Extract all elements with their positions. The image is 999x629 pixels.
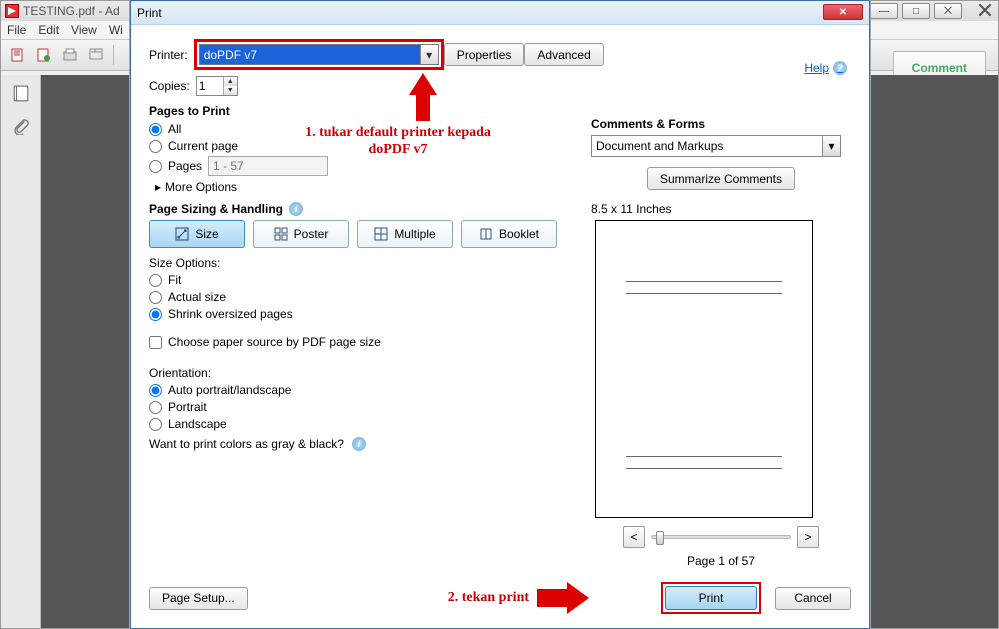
radio-auto-orient[interactable]: Auto portrait/landscape (149, 383, 569, 397)
parent-window-controls: — □ ⨉ (870, 3, 992, 19)
spin-down-icon[interactable]: ▼ (224, 86, 237, 95)
side-strip (1, 75, 41, 628)
comments-forms-dropdown[interactable]: Document and Markups ▾ (591, 135, 841, 157)
close-button[interactable]: ⨉ (934, 3, 962, 19)
tab-size[interactable]: Size (149, 220, 245, 248)
print-highlight-box: Print (661, 582, 761, 614)
copies-spinner[interactable]: 1 ▲▼ (196, 76, 238, 96)
sizing-title: Page Sizing & Handling i (149, 202, 569, 216)
annotation-text-1: 1. tukar default printer kepada doPDF v7 (303, 125, 493, 159)
radio-portrait[interactable]: Portrait (149, 400, 569, 414)
advanced-button[interactable]: Advanced (524, 43, 603, 66)
radio-fit[interactable]: Fit (149, 273, 569, 287)
menu-view[interactable]: View (71, 23, 97, 37)
print-dialog: Print ✕ Help ? Printer: doPDF v7 ▾ Prope… (130, 0, 870, 629)
toolbar-icon-2[interactable] (33, 44, 55, 66)
info-icon[interactable]: i (352, 437, 366, 451)
slider-thumb[interactable] (656, 531, 664, 545)
page-indicator: Page 1 of 57 (591, 554, 851, 568)
preview-dimensions: 8.5 x 11 Inches (591, 202, 851, 216)
chevron-right-icon: ▸ (155, 180, 161, 194)
printer-value: doPDF v7 (204, 48, 257, 62)
thumbnails-icon[interactable] (12, 85, 30, 103)
page-slider[interactable] (651, 535, 791, 539)
size-icon (175, 227, 189, 241)
minimize-button[interactable]: — (870, 3, 898, 19)
spin-up-icon[interactable]: ▲ (224, 77, 237, 86)
dropdown-arrow-icon[interactable]: ▾ (420, 45, 438, 64)
menu-file[interactable]: File (7, 23, 26, 37)
toolbar-icon-4[interactable] (85, 44, 107, 66)
radio-pages[interactable]: Pages (149, 156, 569, 176)
toolbar-icon-1[interactable] (7, 44, 29, 66)
summarize-comments-button[interactable]: Summarize Comments (647, 167, 795, 190)
maximize-button[interactable]: □ (902, 3, 930, 19)
dropdown-arrow-icon[interactable]: ▾ (822, 136, 840, 156)
dialog-close-button[interactable]: ✕ (823, 4, 863, 20)
menu-edit[interactable]: Edit (38, 23, 59, 37)
page-setup-button[interactable]: Page Setup... (149, 587, 248, 610)
multiple-icon (374, 227, 388, 241)
properties-button[interactable]: Properties (444, 43, 525, 66)
more-options-toggle[interactable]: ▸ More Options (155, 180, 569, 194)
orientation-label: Orientation: (149, 366, 569, 380)
comments-forms-title: Comments & Forms (591, 117, 851, 131)
copies-value: 1 (199, 79, 206, 93)
panel-close-icon[interactable] (978, 3, 992, 17)
print-button[interactable]: Print (665, 586, 757, 610)
dialog-title: Print (137, 6, 162, 20)
tab-booklet[interactable]: Booklet (461, 220, 557, 248)
radio-actual[interactable]: Actual size (149, 290, 569, 304)
toolbar-icon-3[interactable] (59, 44, 81, 66)
attachment-icon[interactable] (12, 117, 30, 135)
pdf-icon (5, 4, 19, 18)
help-icon: ? (833, 61, 847, 75)
pages-input[interactable] (208, 156, 328, 176)
radio-landscape[interactable]: Landscape (149, 417, 569, 431)
copies-label: Copies: (149, 79, 190, 93)
poster-icon (274, 227, 288, 241)
printer-label: Printer: (149, 48, 188, 62)
gray-question: Want to print colors as gray & black? (149, 437, 344, 451)
cancel-button[interactable]: Cancel (775, 587, 851, 610)
toolbar-separator (113, 45, 114, 65)
check-paper-source[interactable]: Choose paper source by PDF page size (149, 335, 569, 349)
radio-shrink[interactable]: Shrink oversized pages (149, 307, 569, 321)
size-options-label: Size Options: (149, 256, 569, 270)
prev-page-button[interactable]: < (623, 526, 645, 548)
annotation-arrow-2 (537, 582, 589, 614)
annotation-arrow-1 (409, 73, 437, 121)
comments-forms-value: Document and Markups (596, 139, 723, 153)
printer-highlight-box: doPDF v7 ▾ (194, 39, 444, 70)
tab-multiple[interactable]: Multiple (357, 220, 453, 248)
print-preview (595, 220, 813, 518)
next-page-button[interactable]: > (797, 526, 819, 548)
printer-dropdown[interactable]: doPDF v7 ▾ (199, 44, 439, 65)
pages-to-print-title: Pages to Print (149, 104, 569, 118)
help-link[interactable]: Help ? (804, 61, 847, 75)
tab-poster[interactable]: Poster (253, 220, 349, 248)
info-icon[interactable]: i (289, 202, 303, 216)
menu-window[interactable]: Wi (109, 23, 123, 37)
annotation-text-2: 2. tekan print (448, 590, 529, 606)
dialog-titlebar: Print (131, 1, 869, 25)
sizing-tabs: Size Poster Multiple Booklet (149, 220, 569, 248)
parent-title: TESTING.pdf - Ad (23, 4, 120, 18)
booklet-icon (479, 227, 493, 241)
